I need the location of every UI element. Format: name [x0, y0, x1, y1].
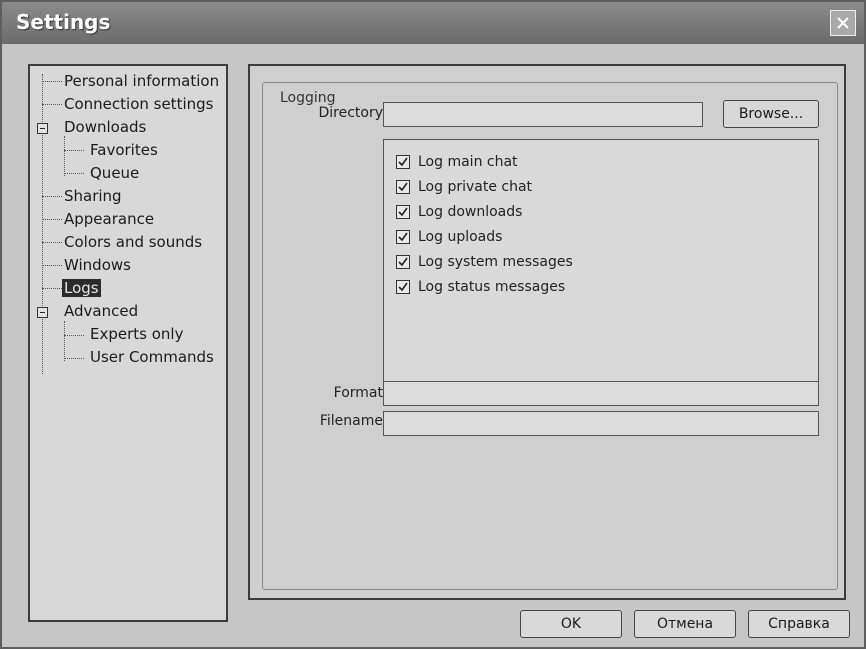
- checkbox[interactable]: [396, 180, 410, 194]
- filename-input[interactable]: [383, 411, 819, 436]
- checkbox[interactable]: [396, 205, 410, 219]
- option-label: Log main chat: [418, 154, 518, 170]
- tree-guide-line: [42, 104, 62, 105]
- browse-button[interactable]: Browse...: [723, 100, 819, 128]
- format-label: Format: [333, 385, 383, 401]
- checkmark-icon: [398, 207, 408, 217]
- tree-item-downloads[interactable]: Downloads: [64, 118, 146, 136]
- tree-item-experts-only[interactable]: Experts only: [90, 325, 183, 343]
- title-bar[interactable]: Settings: [2, 2, 864, 44]
- log-uploads-option[interactable]: Log uploads: [396, 227, 502, 247]
- log-main-chat-option[interactable]: Log main chat: [396, 152, 518, 172]
- logging-options-list[interactable]: Log main chat Log private chat Log downl…: [383, 139, 819, 389]
- cancel-button[interactable]: Отмена: [634, 610, 736, 638]
- checkmark-icon: [398, 282, 408, 292]
- tree-item-colors-and-sounds[interactable]: Colors and sounds: [64, 233, 202, 251]
- directory-input[interactable]: [383, 102, 703, 127]
- checkbox[interactable]: [396, 280, 410, 294]
- ok-button[interactable]: OK: [520, 610, 622, 638]
- option-label: Log downloads: [418, 204, 523, 220]
- tree-item-user-commands[interactable]: User Commands: [90, 348, 214, 366]
- close-button[interactable]: [830, 10, 856, 36]
- tree-item-favorites[interactable]: Favorites: [90, 141, 158, 159]
- checkmark-icon: [398, 182, 408, 192]
- tree-item-logs[interactable]: Logs: [62, 279, 101, 297]
- tree-guide-line: [64, 358, 84, 359]
- log-status-messages-option[interactable]: Log status messages: [396, 277, 565, 297]
- checkmark-icon: [398, 157, 408, 167]
- close-icon: [837, 17, 849, 29]
- tree-guide-line: [42, 288, 62, 289]
- logging-group: Logging Directory Browse... Log main cha…: [262, 82, 838, 590]
- tree-guide-line: [64, 173, 84, 174]
- option-label: Log status messages: [418, 279, 566, 295]
- log-private-chat-option[interactable]: Log private chat: [396, 177, 532, 197]
- tree-item-appearance[interactable]: Appearance: [64, 210, 154, 228]
- option-label: Log private chat: [418, 179, 533, 195]
- tree-guide-line: [64, 136, 65, 176]
- checkbox[interactable]: [396, 230, 410, 244]
- tree-item-sharing[interactable]: Sharing: [64, 187, 122, 205]
- checkmark-icon: [398, 232, 408, 242]
- tree-guide-line: [42, 196, 62, 197]
- log-system-messages-option[interactable]: Log system messages: [396, 252, 573, 272]
- checkmark-icon: [398, 257, 408, 267]
- window-title: Settings: [16, 10, 111, 34]
- tree-guide-line: [42, 74, 43, 374]
- format-input[interactable]: [383, 381, 819, 406]
- tree-item-queue[interactable]: Queue: [90, 164, 139, 182]
- log-downloads-option[interactable]: Log downloads: [396, 202, 522, 222]
- option-label: Log uploads: [418, 229, 503, 245]
- tree-item-windows[interactable]: Windows: [64, 256, 131, 274]
- tree-guide-line: [42, 81, 62, 82]
- help-button[interactable]: Справка: [748, 610, 850, 638]
- checkbox[interactable]: [396, 255, 410, 269]
- tree-guide-line: [64, 321, 65, 361]
- logging-group-label: Logging: [277, 90, 339, 106]
- directory-label: Directory: [318, 105, 383, 121]
- filename-label: Filename: [319, 413, 383, 429]
- settings-tree[interactable]: Personal information Connection settings…: [28, 64, 228, 622]
- tree-guide-line: [42, 242, 62, 243]
- checkbox[interactable]: [396, 155, 410, 169]
- tree-item-personal-information[interactable]: Personal information: [64, 72, 219, 90]
- logs-settings-panel: Logging Directory Browse... Log main cha…: [248, 64, 846, 600]
- tree-item-connection-settings[interactable]: Connection settings: [64, 95, 213, 113]
- option-label: Log system messages: [418, 254, 573, 270]
- tree-guide-line: [64, 335, 84, 336]
- tree-item-advanced[interactable]: Advanced: [64, 302, 138, 320]
- collapse-advanced-icon[interactable]: [37, 307, 48, 318]
- settings-window: Settings Personal information Connection…: [0, 0, 866, 649]
- tree-guide-line: [42, 265, 62, 266]
- tree-guide-line: [42, 219, 62, 220]
- collapse-downloads-icon[interactable]: [37, 123, 48, 134]
- tree-guide-line: [64, 150, 84, 151]
